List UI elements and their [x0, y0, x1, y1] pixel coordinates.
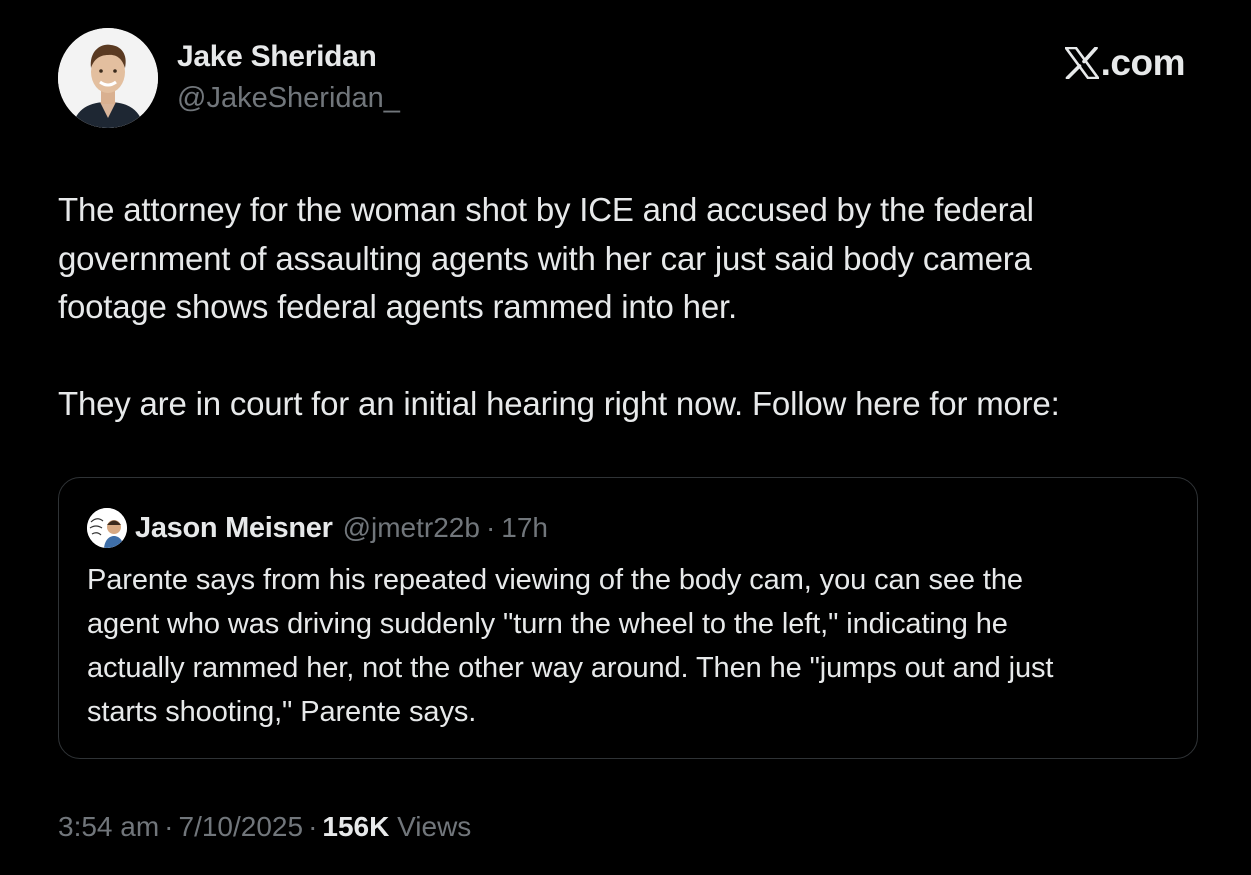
quoted-author-handle[interactable]: @jmetr22b — [343, 512, 480, 544]
tweet-metadata: 3:54 am · 7/10/2025 · 156K Views — [58, 811, 471, 843]
author-name[interactable]: Jake Sheridan — [177, 40, 377, 74]
views-count: 156K — [322, 811, 390, 842]
quoted-author-avatar[interactable] — [87, 508, 127, 548]
meta-separator: · — [308, 811, 318, 842]
meta-separator: · — [164, 811, 174, 842]
quoted-meta-separator: · — [485, 512, 496, 543]
brand-suffix: .com — [1100, 42, 1186, 83]
author-handle[interactable]: @JakeSheridan_ — [177, 82, 400, 115]
quoted-tweet-text: Parente says from his repeated viewing o… — [87, 564, 1054, 728]
quoted-tweet-card[interactable]: Jason Meisner @jmetr22b · 17h Parente sa… — [58, 477, 1198, 759]
tweet-paragraph: The attorney for the woman shot by ICE a… — [58, 191, 1034, 325]
views-label: Views — [397, 811, 472, 842]
x-brand-watermark: .com — [1064, 42, 1186, 84]
quoted-tweet-header: Jason Meisner @jmetr22b · 17h — [87, 508, 548, 548]
tweet-body: The attorney for the woman shot by ICE a… — [58, 186, 1208, 428]
tweet-paragraph: They are in court for an initial hearing… — [58, 384, 1060, 422]
tweet-time[interactable]: 3:54 am — [58, 811, 159, 842]
quoted-tweet-time[interactable]: 17h — [501, 512, 548, 544]
author-avatar[interactable] — [58, 28, 158, 128]
x-logo-icon — [1064, 47, 1099, 79]
quoted-author-name[interactable]: Jason Meisner — [135, 512, 333, 545]
tweet-card: Jake Sheridan @JakeSheridan_ .com The at… — [0, 0, 1251, 875]
tweet-date[interactable]: 7/10/2025 — [179, 811, 304, 842]
